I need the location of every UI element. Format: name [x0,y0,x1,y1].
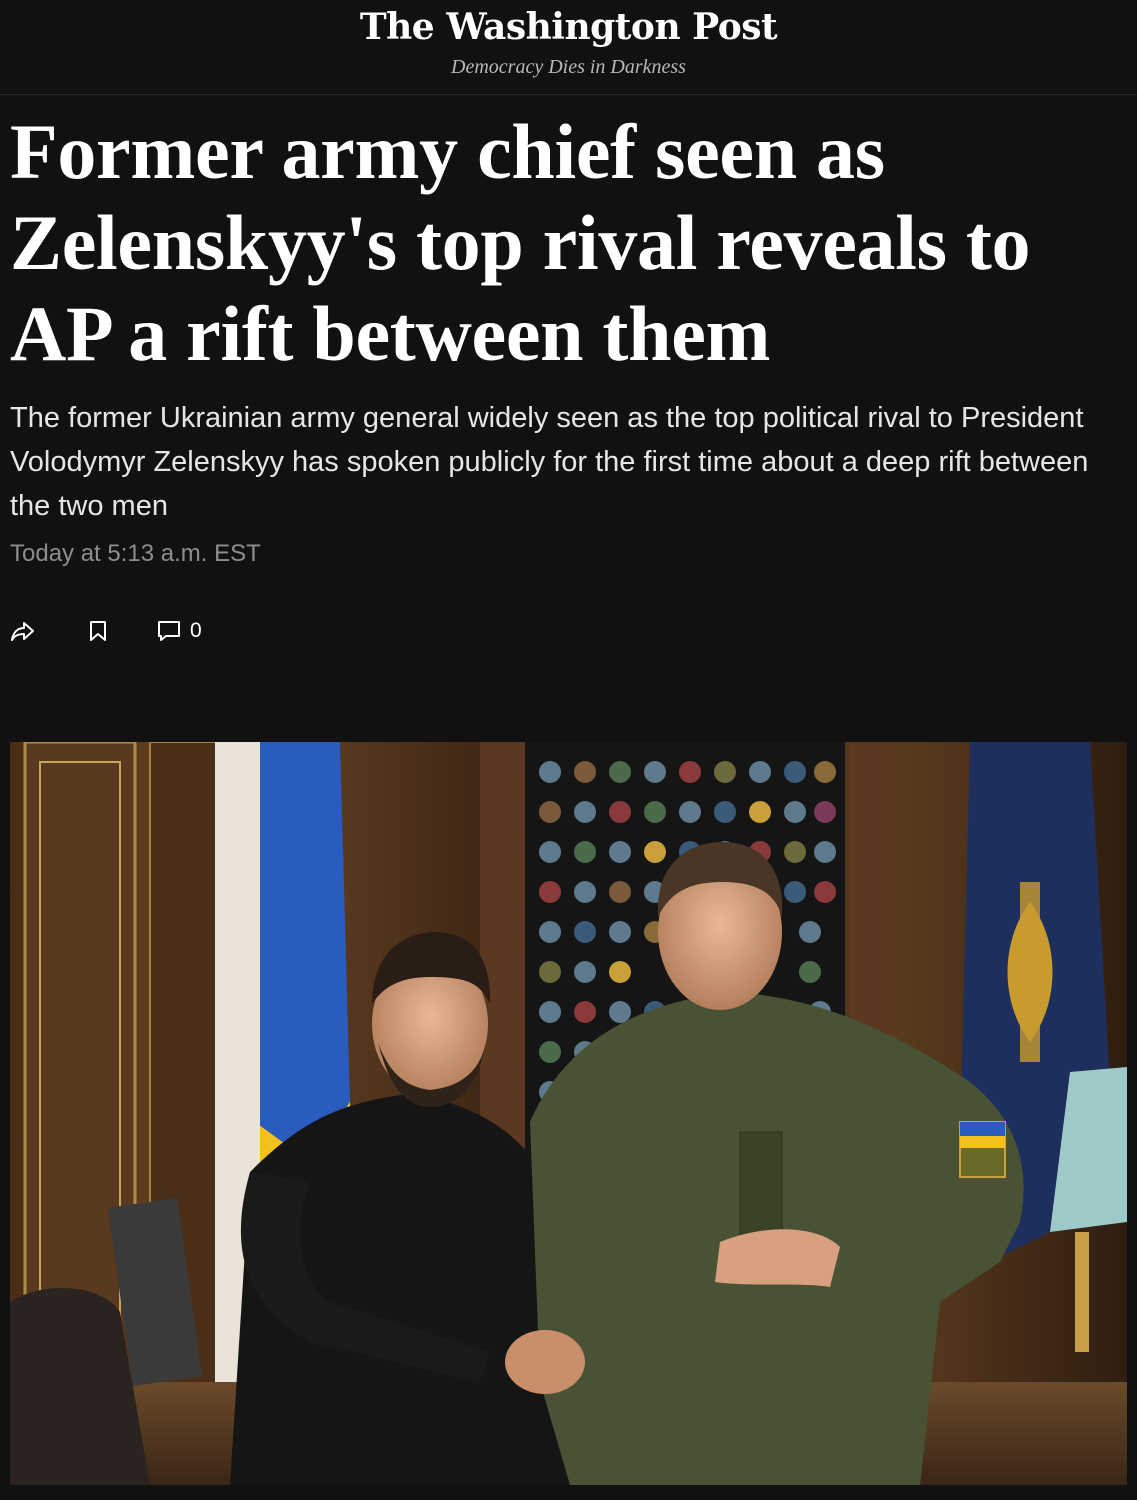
washington-post-logo[interactable]: The Washington Post [0,6,1137,48]
share-icon [11,622,34,641]
comments-button[interactable]: 0 [156,613,202,649]
bookmark-icon [90,621,106,641]
article-subheadline: The former Ukrainian army general widely… [10,402,1089,522]
peace-sign-hand [715,1229,840,1287]
article-lead-photo[interactable] [10,742,1127,1485]
comment-icon [158,621,180,641]
masthead: The Washington Post Democracy Dies in Da… [0,0,1137,95]
comment-count: 0 [190,619,202,642]
article-headline: Former army chief seen as Zelenskyy's to… [10,108,1031,377]
photo-illustration [10,742,1127,1485]
article-timestamp: Today at 5:13 a.m. EST [10,540,261,567]
handshake [505,1330,585,1394]
masthead-tagline: Democracy Dies in Darkness [451,56,686,78]
article-action-bar: 0 [10,613,202,649]
share-button[interactable] [10,613,40,649]
save-button[interactable] [88,613,112,649]
